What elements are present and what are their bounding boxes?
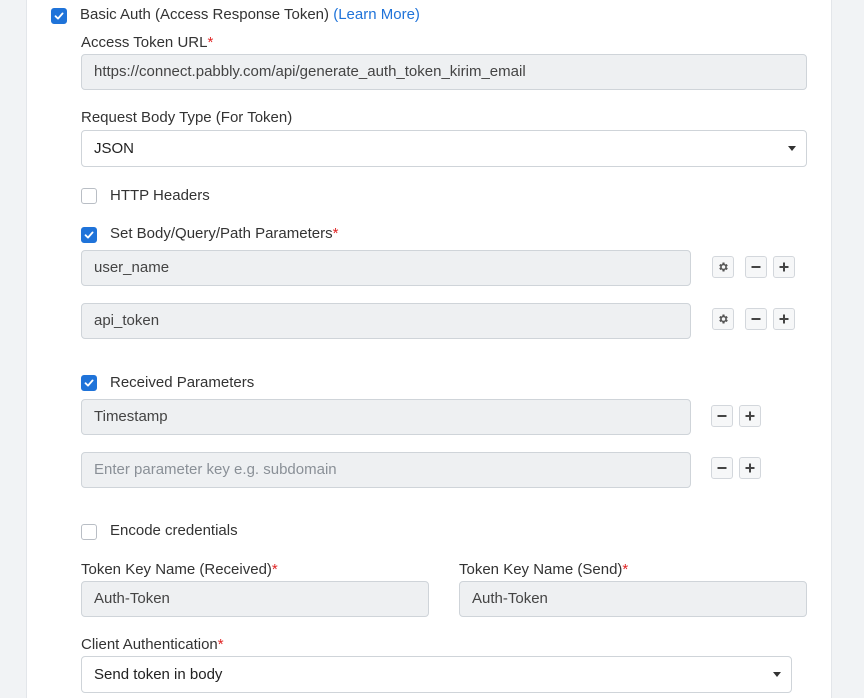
received-param-key-input-2[interactable]: Enter parameter key e.g. subdomain [81, 452, 691, 488]
access-token-url-input[interactable]: https://connect.pabbly.com/api/generate_… [81, 54, 807, 90]
basic-auth-label: Basic Auth (Access Response Token) (Lear… [80, 6, 420, 24]
received-params-label: Received Parameters [110, 374, 255, 391]
access-token-url-label-text: Access Token URL [81, 34, 208, 51]
received-param-add-button-1[interactable] [739, 405, 761, 427]
http-headers-checkbox[interactable] [81, 188, 97, 204]
body-param-settings-button-1[interactable] [712, 256, 734, 278]
minus-icon [751, 266, 761, 268]
client-auth-select[interactable]: Send token in body [81, 656, 792, 693]
client-auth-label-text: Client Authentication [81, 636, 218, 653]
body-param-add-button-2[interactable] [773, 308, 795, 330]
learn-more-link[interactable]: (Learn More) [333, 6, 420, 23]
encode-credentials-checkbox[interactable] [81, 524, 97, 540]
required-marker: * [207, 34, 214, 51]
required-marker: * [332, 225, 339, 242]
received-param-remove-button-2[interactable] [711, 457, 733, 479]
check-icon [84, 379, 94, 387]
received-param-key-input-1[interactable]: Timestamp [81, 399, 691, 435]
body-params-label: Set Body/Query/Path Parameters* [110, 225, 338, 243]
token-key-received-input[interactable]: Auth-Token [81, 581, 429, 617]
body-params-label-text: Set Body/Query/Path Parameters [110, 225, 333, 242]
token-key-send-label: Token Key Name (Send)* [459, 561, 628, 579]
request-body-type-label: Request Body Type (For Token) [81, 109, 293, 126]
received-param-add-button-2[interactable] [739, 457, 761, 479]
body-params-checkbox[interactable] [81, 227, 97, 243]
http-headers-label: HTTP Headers [110, 187, 210, 204]
request-body-type-select[interactable]: JSON [81, 130, 807, 167]
caret-down-icon [788, 146, 796, 151]
minus-icon [751, 318, 761, 320]
minus-icon [717, 467, 727, 469]
body-param-add-button-1[interactable] [773, 256, 795, 278]
body-param-remove-button-2[interactable] [745, 308, 767, 330]
basic-auth-text: Basic Auth (Access Response Token) [80, 6, 330, 23]
client-auth-value: Send token in body [94, 666, 223, 683]
plus-icon [779, 262, 789, 272]
encode-credentials-label: Encode credentials [110, 522, 238, 539]
token-key-received-label-text: Token Key Name (Received) [81, 561, 272, 578]
plus-icon [745, 463, 755, 473]
request-body-type-value: JSON [94, 140, 135, 157]
body-param-key-input-1[interactable]: user_name [81, 250, 691, 286]
token-key-send-label-text: Token Key Name (Send) [459, 561, 623, 578]
plus-icon [745, 411, 755, 421]
gear-icon [719, 314, 728, 324]
body-param-remove-button-1[interactable] [745, 256, 767, 278]
plus-icon [779, 314, 789, 324]
minus-icon [717, 415, 727, 417]
body-param-key-input-2[interactable]: api_token [81, 303, 691, 339]
token-key-received-label: Token Key Name (Received)* [81, 561, 278, 579]
token-key-send-input[interactable]: Auth-Token [459, 581, 807, 617]
check-icon [54, 12, 64, 20]
received-param-remove-button-1[interactable] [711, 405, 733, 427]
caret-down-icon [773, 672, 781, 677]
required-marker: * [271, 561, 278, 578]
client-auth-label: Client Authentication* [81, 636, 224, 654]
body-param-settings-button-2[interactable] [712, 308, 734, 330]
gear-icon [719, 262, 728, 272]
check-icon [84, 231, 94, 239]
basic-auth-checkbox[interactable] [51, 8, 67, 24]
access-token-url-label: Access Token URL* [81, 34, 213, 52]
required-marker: * [217, 636, 224, 653]
required-marker: * [622, 561, 629, 578]
received-params-checkbox[interactable] [81, 375, 97, 391]
